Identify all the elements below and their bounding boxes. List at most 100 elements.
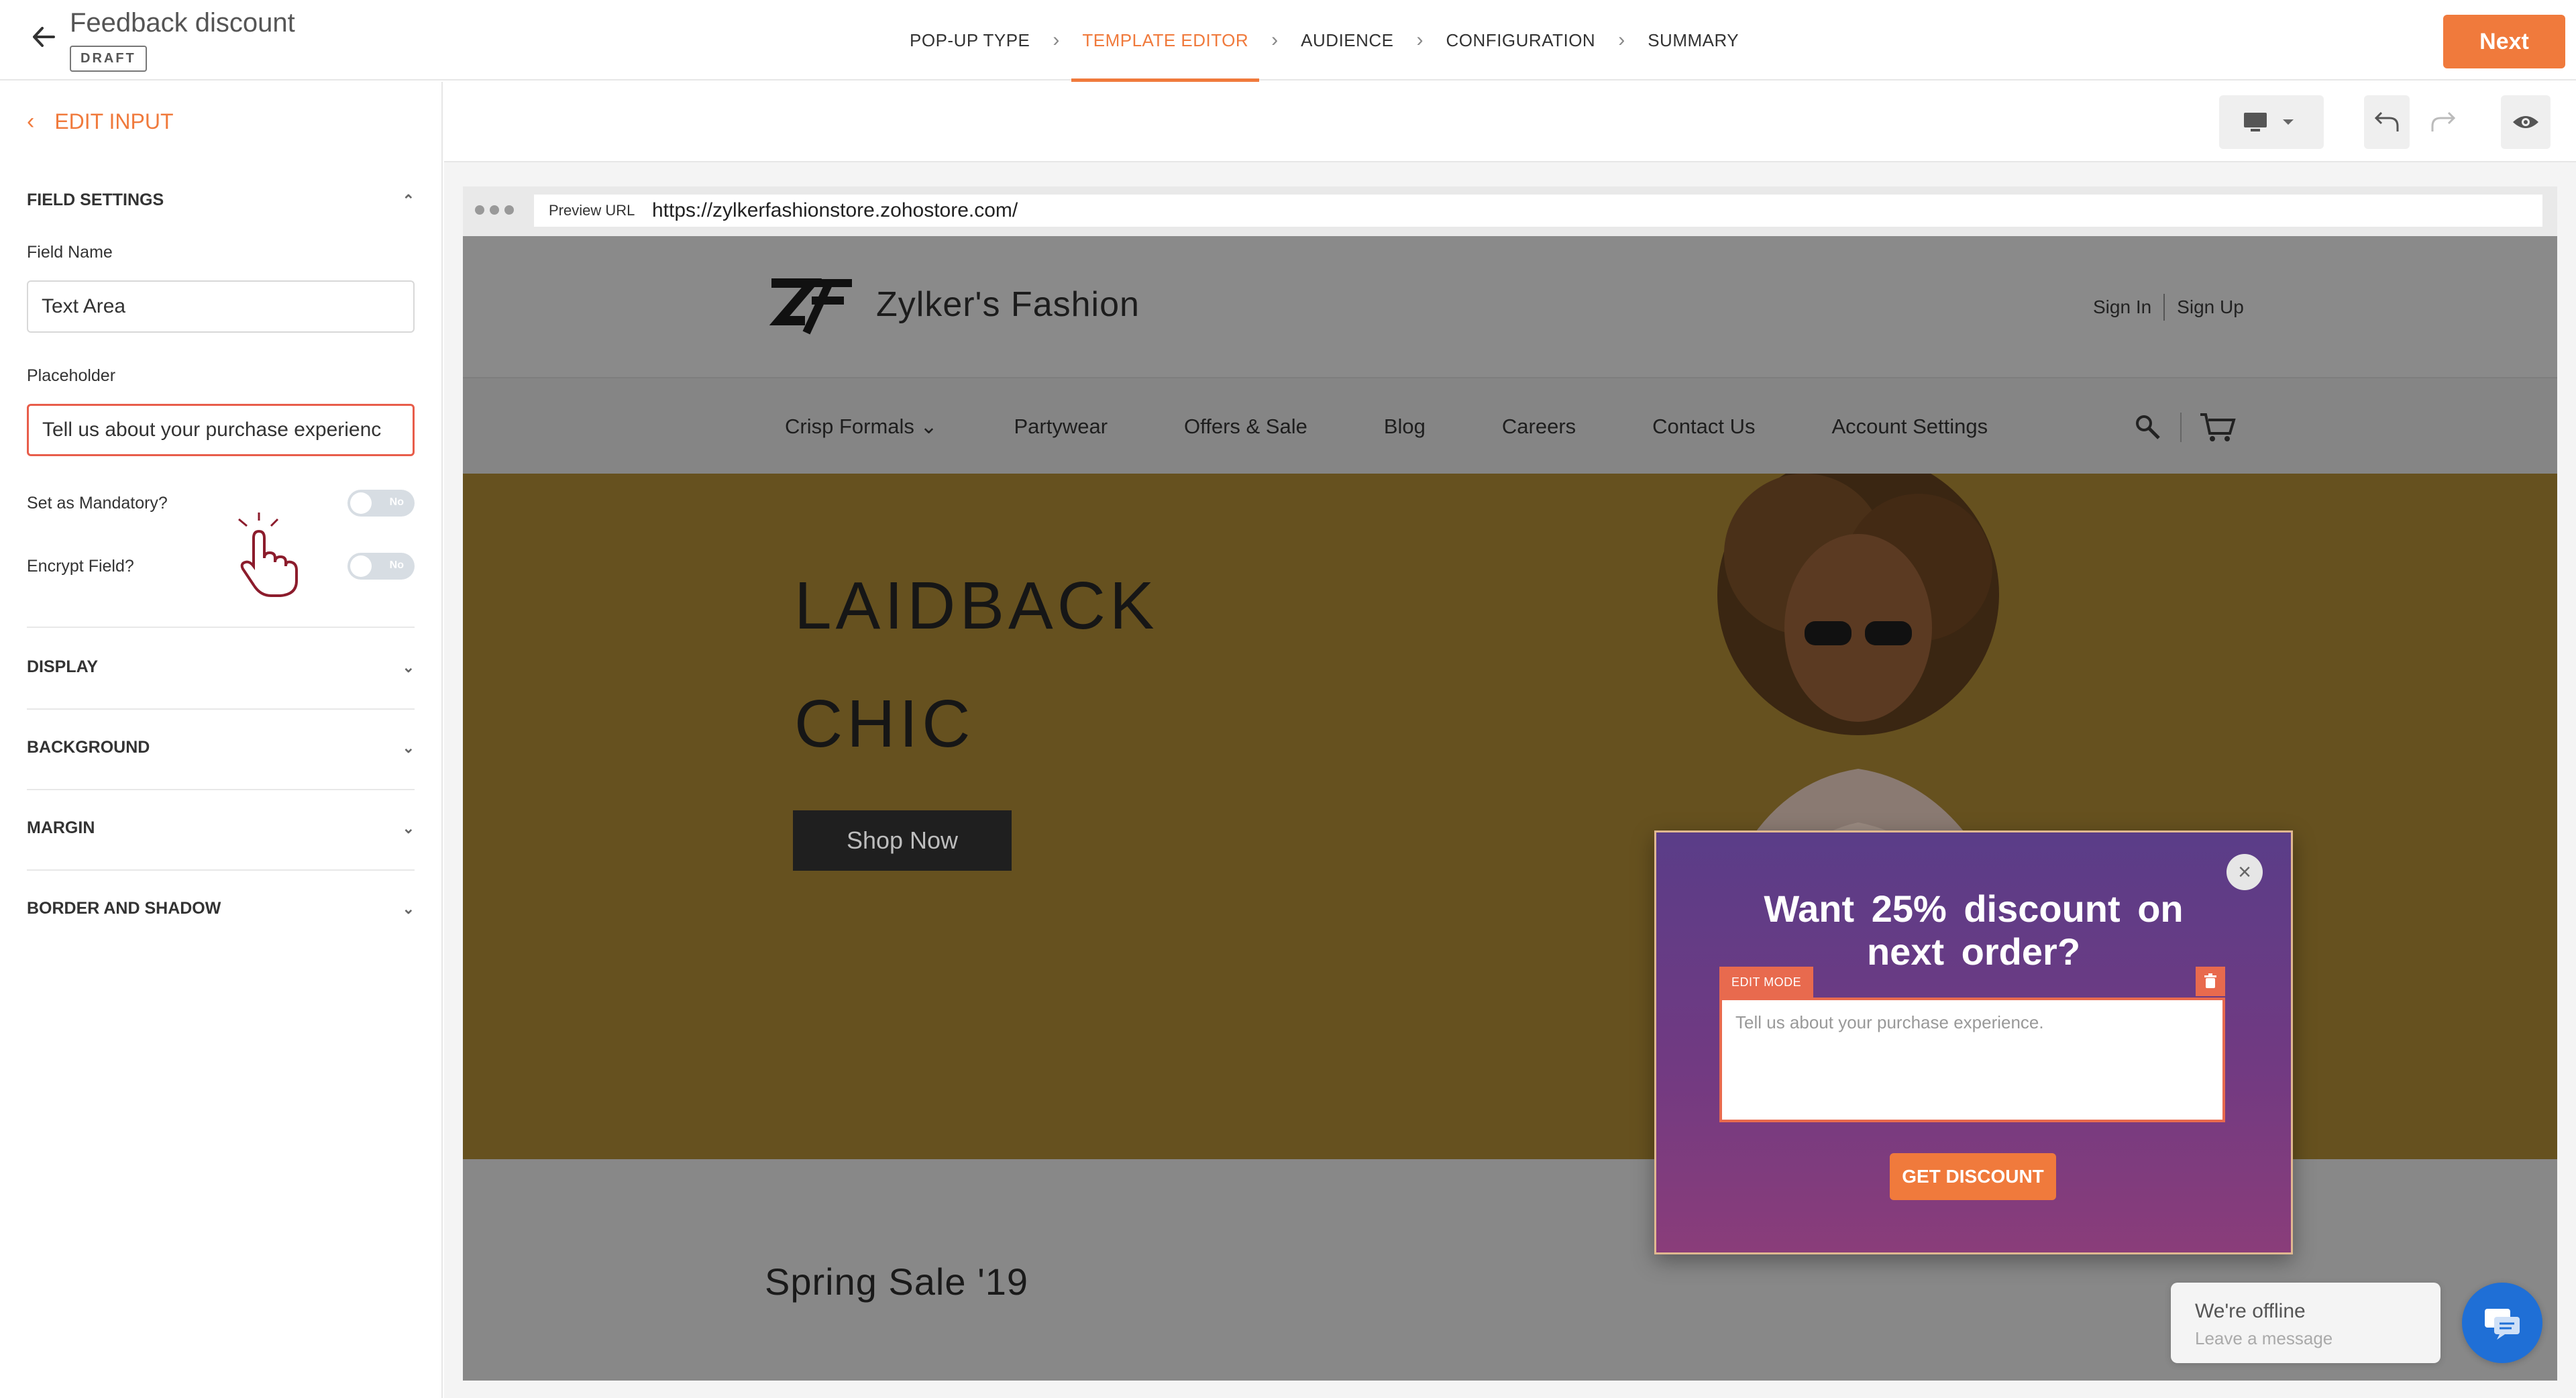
- browser-preview: Preview URL https://zylkerfashionstore.z…: [463, 186, 2557, 1381]
- chevron-up-icon: ⌃: [402, 191, 415, 209]
- chevron-right-icon: ›: [1618, 29, 1625, 51]
- section-label: BORDER AND SHADOW: [27, 899, 221, 918]
- trash-icon[interactable]: [2196, 967, 2225, 996]
- chat-icon[interactable]: [2462, 1283, 2542, 1363]
- field-settings-header[interactable]: FIELD SETTINGS ⌃: [27, 191, 415, 210]
- chevron-down-icon: ⌄: [402, 900, 415, 917]
- nav-item[interactable]: Account Settings: [1832, 415, 1988, 439]
- discount-popup: × Want 25% discount on next order? EDIT …: [1654, 830, 2293, 1254]
- hero-headline: LAIDBACK: [794, 568, 1159, 643]
- chevron-right-icon: ›: [1416, 29, 1424, 51]
- step-summary[interactable]: SUMMARY: [1637, 0, 1750, 80]
- toggle-knob: [350, 555, 372, 577]
- chevron-right-icon: ›: [1053, 29, 1060, 51]
- site-header: Zylker's Fashion Sign In Sign Up: [463, 236, 2557, 377]
- chevron-down-icon: ⌄: [402, 739, 415, 756]
- background-section[interactable]: BACKGROUND ⌄: [27, 738, 415, 757]
- nav-item[interactable]: Offers & Sale: [1184, 415, 1307, 439]
- chat-prompt: Leave a message: [2195, 1328, 2333, 1348]
- sign-up-link[interactable]: Sign Up: [2177, 297, 2244, 318]
- display-section[interactable]: DISPLAY ⌄: [27, 657, 415, 677]
- device-switcher[interactable]: [2219, 95, 2324, 149]
- toggle-state: No: [389, 559, 404, 571]
- hand-cursor-icon: [233, 511, 307, 602]
- nav-item[interactable]: Contact Us: [1652, 415, 1755, 439]
- redo-button[interactable]: [2420, 95, 2466, 149]
- preview-url-input[interactable]: https://zylkerfashionstore.zohostore.com…: [644, 195, 2542, 227]
- section-label: BACKGROUND: [27, 738, 150, 757]
- nav-item[interactable]: Partywear: [1014, 415, 1108, 439]
- edit-input-label: EDIT INPUT: [54, 109, 174, 133]
- undo-icon: [2374, 111, 2399, 131]
- canvas-area: Preview URL https://zylkerfashionstore.z…: [444, 82, 2576, 1398]
- chevron-down-icon: ⌄: [402, 819, 415, 837]
- chat-status: We're offline: [2195, 1300, 2306, 1322]
- auth-links: Sign In Sign Up: [2093, 294, 2244, 321]
- placeholder-label: Placeholder: [27, 366, 116, 385]
- field-settings-label: FIELD SETTINGS: [27, 191, 164, 209]
- chevron-down-icon: ⌄: [402, 658, 415, 676]
- eye-icon: [2513, 116, 2538, 128]
- site-nav: Crisp Formals ⌄ Partywear Offers & Sale …: [463, 377, 2557, 474]
- next-button[interactable]: Next: [2443, 15, 2565, 68]
- url-bar: Preview URL https://zylkerfashionstore.z…: [463, 186, 2557, 236]
- sign-in-link[interactable]: Sign In: [2093, 297, 2151, 318]
- close-icon[interactable]: ×: [2226, 854, 2263, 890]
- step-popup-type[interactable]: POP-UP TYPE: [899, 0, 1040, 80]
- preview-url-label: Preview URL: [534, 195, 651, 227]
- preview-button[interactable]: [2501, 95, 2551, 149]
- toggle-knob: [350, 492, 372, 514]
- brand-logo-icon: [765, 276, 859, 340]
- nav-item[interactable]: Crisp Formals ⌄: [785, 415, 938, 439]
- encrypt-row: Encrypt Field? No: [27, 553, 415, 580]
- window-dots: [475, 205, 514, 215]
- placeholder-input[interactable]: Tell us about your purchase experienc: [27, 404, 415, 456]
- field-name-label: Field Name: [27, 243, 113, 262]
- divider: [27, 627, 415, 628]
- divider: [27, 869, 415, 871]
- nav-items: Crisp Formals ⌄ Partywear Offers & Sale …: [785, 378, 2064, 475]
- encrypt-label: Encrypt Field?: [27, 556, 134, 576]
- nav-item[interactable]: Blog: [1384, 415, 1426, 439]
- nav-item[interactable]: Careers: [1502, 415, 1576, 439]
- popup-title: Want 25% discount on next order?: [1656, 888, 2291, 973]
- hero-headline: CHIC: [794, 686, 975, 761]
- section-label: MARGIN: [27, 818, 95, 837]
- canvas-toolbar: [444, 82, 2576, 162]
- divider: [27, 789, 415, 790]
- step-template-editor[interactable]: TEMPLATE EDITOR: [1071, 0, 1259, 82]
- shop-now-button[interactable]: Shop Now: [793, 810, 1012, 871]
- mandatory-toggle[interactable]: No: [347, 490, 415, 517]
- border-shadow-section[interactable]: BORDER AND SHADOW ⌄: [27, 899, 415, 918]
- mandatory-row: Set as Mandatory? No: [27, 490, 415, 517]
- encrypt-toggle[interactable]: No: [347, 553, 415, 580]
- nav-icons: [2133, 412, 2237, 443]
- top-bar: Feedback discount DRAFT POP-UP TYPE › TE…: [0, 0, 2576, 82]
- step-configuration[interactable]: CONFIGURATION: [1436, 0, 1607, 80]
- feedback-textarea[interactable]: Tell us about your purchase experience.: [1719, 998, 2225, 1122]
- chat-status-card[interactable]: We're offline Leave a message: [2171, 1283, 2440, 1363]
- mandatory-label: Set as Mandatory?: [27, 493, 168, 513]
- popup-title-line: Want 25% discount on: [1764, 888, 2184, 930]
- search-icon[interactable]: [2133, 413, 2163, 442]
- chevron-right-icon: ›: [1271, 29, 1279, 51]
- settings-panel: ‹ EDIT INPUT FIELD SETTINGS ⌃ Field Name…: [0, 82, 443, 1398]
- cart-icon[interactable]: [2199, 412, 2237, 443]
- step-audience[interactable]: AUDIENCE: [1290, 0, 1404, 80]
- brand-name: Zylker's Fashion: [876, 285, 1140, 324]
- back-arrow-icon[interactable]: [27, 20, 60, 54]
- sale-title: Spring Sale '19: [765, 1260, 1029, 1303]
- edit-input-back[interactable]: ‹ EDIT INPUT: [27, 109, 174, 135]
- page-title: Feedback discount: [70, 8, 295, 38]
- wizard-steps: POP-UP TYPE › TEMPLATE EDITOR › AUDIENCE…: [899, 0, 1750, 82]
- margin-section[interactable]: MARGIN ⌄: [27, 818, 415, 838]
- field-name-input[interactable]: Text Area: [27, 280, 415, 333]
- get-discount-button[interactable]: GET DISCOUNT: [1890, 1153, 2056, 1200]
- toggle-state: No: [389, 496, 404, 508]
- divider: [27, 708, 415, 710]
- redo-icon: [2431, 111, 2456, 131]
- section-label: DISPLAY: [27, 657, 99, 676]
- undo-button[interactable]: [2364, 95, 2410, 149]
- desktop-icon: [2244, 113, 2294, 131]
- status-badge: DRAFT: [70, 46, 147, 72]
